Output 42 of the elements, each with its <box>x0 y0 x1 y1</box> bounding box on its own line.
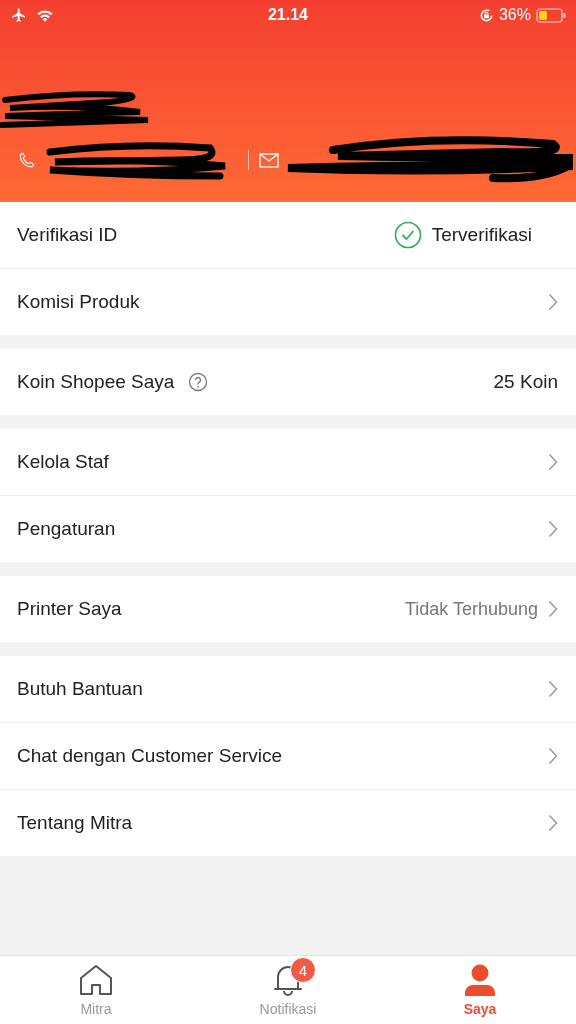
row-label: Chat dengan Customer Service <box>17 745 283 767</box>
row-label: Koin Shopee Saya <box>17 371 175 393</box>
menu-row[interactable]: Kelola Staf <box>0 429 576 496</box>
mail-icon <box>259 152 279 168</box>
menu-row[interactable]: Butuh Bantuan <box>0 656 576 723</box>
phone-icon <box>18 151 36 169</box>
check-circle-icon <box>393 221 422 249</box>
coin-balance: 25 Koin <box>493 371 558 393</box>
row-label: Verifikasi ID <box>17 224 118 246</box>
status-time: 21.14 <box>267 6 308 24</box>
row-label: Kelola Staf <box>17 451 109 473</box>
menu-row[interactable]: Komisi Produk <box>0 269 576 335</box>
airplane-icon <box>10 7 28 23</box>
wifi-icon <box>36 8 54 22</box>
chevron-right-icon <box>548 600 558 618</box>
chevron-right-icon <box>548 680 558 698</box>
row-label: Pengaturan <box>17 518 116 540</box>
notification-badge: 4 <box>290 957 316 983</box>
help-icon[interactable] <box>188 372 209 392</box>
battery-icon <box>536 7 566 23</box>
menu-row[interactable]: Printer Saya Tidak Terhubung <box>0 576 576 642</box>
verification-status: Terverifikasi <box>431 224 532 246</box>
person-icon <box>463 964 497 996</box>
menu-row[interactable]: Pengaturan <box>0 496 576 562</box>
tab-item[interactable]: Saya <box>384 956 576 1024</box>
row-value: Tidak Terhubung <box>404 598 538 620</box>
chevron-right-icon <box>548 293 558 311</box>
chevron-right-icon <box>548 814 558 832</box>
rotation-lock-icon <box>478 7 494 23</box>
chevron-right-icon <box>548 453 558 471</box>
row-label: Komisi Produk <box>17 291 140 313</box>
menu-row[interactable]: Tentang Mitra <box>0 790 576 856</box>
menu-row[interactable]: Verifikasi ID Terverifikasi <box>0 202 576 269</box>
menu-row[interactable]: Chat dengan Customer Service <box>0 723 576 790</box>
home-icon <box>79 964 113 996</box>
chevron-right-icon <box>548 520 558 538</box>
row-label: Printer Saya <box>17 598 122 620</box>
battery-percent: 36% <box>498 6 531 24</box>
menu-row[interactable]: Koin Shopee Saya 25 Koin <box>0 349 576 415</box>
row-label: Butuh Bantuan <box>17 678 143 700</box>
chevron-right-icon <box>548 747 558 765</box>
row-label: Tentang Mitra <box>17 812 133 834</box>
